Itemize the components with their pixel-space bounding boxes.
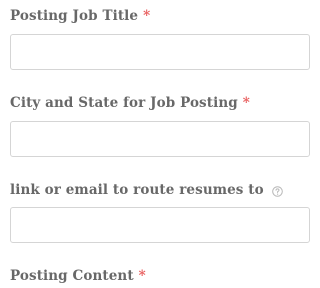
job-title-label-text: Posting Job Title [10, 8, 139, 24]
resume-route-input[interactable] [10, 207, 310, 243]
city-state-label-text: City and State for Job Posting [10, 95, 238, 111]
job-title-input[interactable] [10, 34, 310, 70]
question-circle-icon[interactable] [271, 185, 283, 197]
required-asterisk: * [143, 8, 151, 24]
required-asterisk: * [242, 95, 250, 111]
required-asterisk: * [138, 268, 146, 284]
city-state-input[interactable] [10, 121, 310, 157]
resume-route-label: link or email to route resumes to [10, 182, 283, 198]
posting-content-label-text: Posting Content [10, 268, 134, 284]
job-title-label: Posting Job Title * [10, 8, 150, 24]
posting-content-label: Posting Content * [10, 268, 146, 284]
city-state-label: City and State for Job Posting * [10, 95, 250, 111]
resume-route-label-text: link or email to route resumes to [10, 182, 264, 198]
